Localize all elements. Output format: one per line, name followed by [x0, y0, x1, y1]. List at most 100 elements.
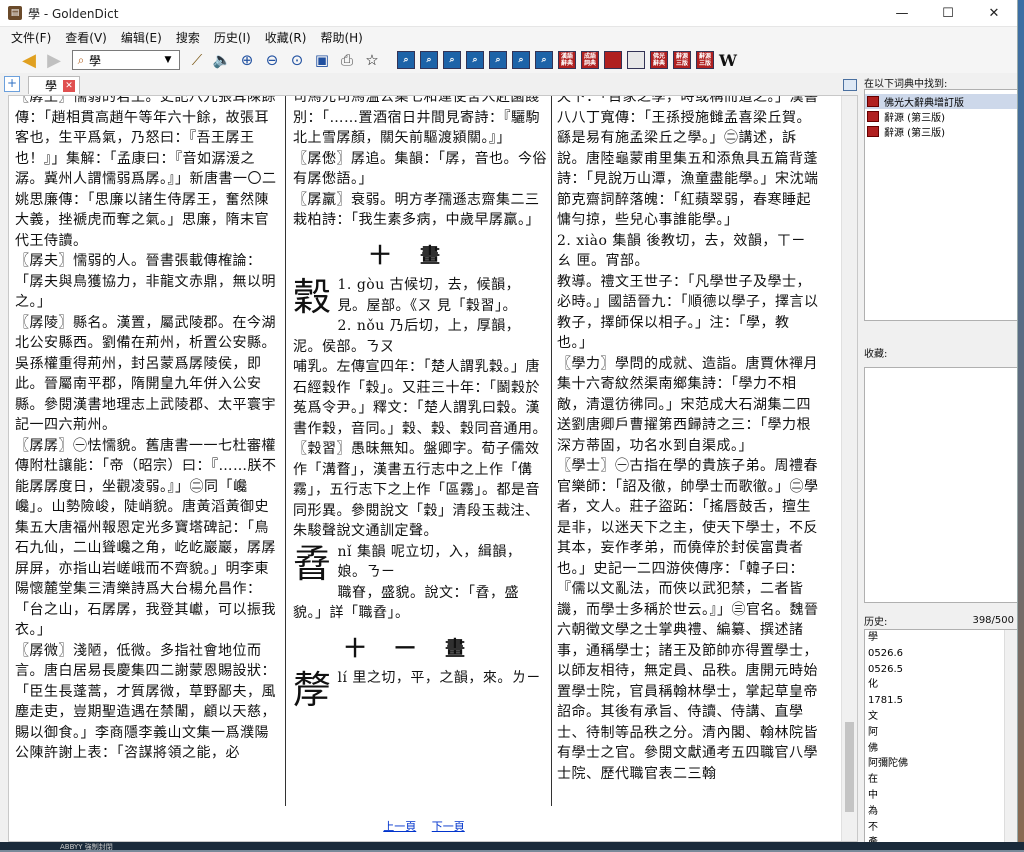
history-scrollbar[interactable] [1004, 630, 1017, 850]
maximize-button[interactable]: ☐ [925, 0, 971, 27]
dictionary-button-icon[interactable]: ⌕ [397, 51, 415, 69]
article-view: 〖孱王〗懦弱的君王。史記八九張耳陳餘傳：「趙相貫高趙午等年六十餘，故張耳客也，生… [8, 95, 858, 842]
history-item[interactable]: 文 [865, 709, 1017, 725]
menu-help[interactable]: 帮助(H) [313, 29, 369, 46]
menu-edit[interactable]: 编辑(E) [114, 29, 169, 46]
toolbar: ◀ ▶ ⌕ ▼ ⟋ 🔈 ⊕ ⊖ ⊙ ▣ ⎙ ☆ ⌕ ⌕ ⌕ ⌕ ⌕ ⌕ ⌕ 漢語辭典成語詞典 佛… [0, 47, 1017, 73]
found-in-label: 在以下词典中找到: [864, 78, 948, 90]
app-book-icon: ▤ [8, 6, 22, 20]
dictionary-button-icon[interactable]: 辭源三版 [673, 51, 691, 69]
history-item[interactable]: 1781.5 [865, 693, 1017, 709]
dictionary-button-icon[interactable]: ⌕ [420, 51, 438, 69]
history-item[interactable]: 0526.5 [865, 662, 1017, 678]
dictionary-button-icon[interactable]: 漢語辭典 [558, 51, 576, 69]
menu-search[interactable]: 搜索 [169, 29, 207, 46]
menu-favorites[interactable]: 收藏(R) [258, 29, 314, 46]
page-column-1: 〖孱王〗懦弱的君王。史記八九張耳陳餘傳：「趙相貫高趙午等年六十餘，故張耳客也，生… [15, 96, 281, 806]
entry-ni-headword: 孴 [293, 541, 332, 586]
favorites-list[interactable] [864, 367, 1017, 603]
history-item[interactable]: 中 [865, 788, 1017, 804]
page-column-3: 天下：「百家之學，時或稱而道之。」漢書八八丁寬傳：「王孫授施雠孟喜梁丘賀。繇是易… [557, 96, 819, 806]
dictionary-button-icon[interactable]: ⌕ [489, 51, 507, 69]
menu-view[interactable]: 查看(V) [58, 29, 114, 46]
entry-gou: 穀 1. gòu 古候切，去，候韻，見。屋部。《ㄡ 見「穀習」。 2. nǒu … [293, 275, 547, 542]
magic-wand-icon[interactable]: ⟋ [186, 49, 208, 71]
page-navigation: 上一頁 下一頁 [9, 818, 839, 834]
found-dictionary-item[interactable]: 佛光大辭典增訂版 [865, 94, 1017, 109]
history-list[interactable]: 學0526.60526.5化1781.5文阿佛阿彌陀佛在中為不產WL0005 [864, 629, 1017, 850]
history-item[interactable]: 佛 [865, 741, 1017, 757]
entry-gou-headword: 穀 [293, 275, 332, 319]
entry-li-headword: 孷 [293, 668, 332, 712]
menu-file[interactable]: 文件(F) [4, 29, 58, 46]
found-dictionary-item[interactable]: 辭源 (第三版) [865, 109, 1017, 124]
column-divider [285, 96, 286, 806]
close-button[interactable]: ✕ [971, 0, 1017, 27]
zoom-out-icon[interactable]: ⊖ [261, 49, 283, 71]
found-dictionaries-list[interactable]: 佛光大辭典增訂版 辭源 (第三版) 辭源 (第三版) [864, 89, 1017, 321]
entry-li: 孷 lí 里之切，平，之韻，來。ㄌㄧ [293, 668, 547, 712]
print-icon[interactable]: ⎙ [336, 49, 358, 71]
dictionary-page-scan: 〖孱王〗懦弱的君王。史記八九張耳陳餘傳：「趙相貫高趙午等年六十餘，故張耳客也，生… [9, 96, 821, 806]
stroke-heading-11: 十一畫 [345, 635, 495, 660]
page-column-2: 司馬光司馬溫公集七和運使舍人赴園餞別：「……置酒宿日井間見寄詩：『驪駒北上雪孱顏… [293, 96, 547, 806]
dictionary-icon [867, 111, 879, 122]
desktop-background [1018, 0, 1024, 850]
history-item[interactable]: 為 [865, 804, 1017, 820]
side-panel: 在以下词典中找到: 佛光大辭典增訂版 辭源 (第三版) 辭源 (第三版) 收藏:… [864, 75, 1017, 850]
history-item[interactable]: 化 [865, 677, 1017, 693]
zoom-in-icon[interactable]: ⊕ [236, 49, 258, 71]
chevron-down-icon[interactable]: ▼ [161, 55, 175, 65]
dictionary-button-icon[interactable] [627, 51, 645, 69]
found-dictionary-item[interactable]: 辭源 (第三版) [865, 124, 1017, 139]
search-combobox[interactable]: ⌕ ▼ [72, 50, 180, 70]
dictionary-button-icon[interactable]: ⌕ [512, 51, 530, 69]
dictionary-button-icon[interactable]: 辭源三版 [696, 51, 714, 69]
entry-ni: 孴 nǐ 集韻 呢立切，入，緝韻，娘。ㄋㄧ 職眘，盛貌。說文：「孴，盛貌。」詳「… [293, 542, 547, 624]
side-panel-toggle-icon[interactable] [843, 79, 857, 91]
history-items: 學0526.60526.5化1781.5文阿佛阿彌陀佛在中為不產WL0005 [865, 630, 1017, 850]
forward-arrow-icon[interactable]: ▶ [43, 49, 65, 71]
star-icon[interactable]: ☆ [361, 49, 383, 71]
window-title: 學 - GoldenDict [28, 6, 119, 21]
next-page-link[interactable]: 下一頁 [432, 820, 465, 833]
column-divider [551, 96, 552, 806]
page-column-3-text: 天下：「百家之學，時或稱而道之。」漢書八八丁寬傳：「王孫授施雠孟喜梁丘賀。繇是易… [557, 96, 819, 782]
dictionary-button-icon[interactable]: 成語詞典 [581, 51, 599, 69]
save-icon[interactable]: ▣ [311, 49, 333, 71]
dictionary-button-icon[interactable]: W [719, 51, 737, 70]
tab-label: 學 [45, 79, 58, 93]
goldendict-window: ▤ 學 - GoldenDict — ☐ ✕ 文件(F) 查看(V) 编辑(E)… [0, 0, 1018, 850]
article-scrollbar[interactable] [841, 96, 857, 841]
history-header: 历史: 398/500 [864, 613, 1017, 628]
dictionary-icon [867, 96, 879, 107]
close-tab-icon[interactable]: ✕ [63, 79, 76, 92]
taskbar: ABBYY 強制封閉 [0, 842, 1024, 851]
dictionary-button-icon[interactable]: ⌕ [466, 51, 484, 69]
history-item[interactable]: 阿彌陀佛 [865, 756, 1017, 772]
found-dictionary-label: 辭源 (第三版) [884, 128, 945, 139]
history-item[interactable]: 在 [865, 772, 1017, 788]
back-arrow-icon[interactable]: ◀ [18, 49, 40, 71]
prev-page-link[interactable]: 上一頁 [383, 820, 416, 833]
dictionary-button-icon[interactable]: ⌕ [535, 51, 553, 69]
history-item[interactable]: 0526.6 [865, 646, 1017, 662]
minimize-button[interactable]: — [879, 0, 925, 27]
tab-bar: + 學 ✕ [0, 75, 858, 94]
history-count: 398/500 [972, 614, 1014, 626]
menu-bar: 文件(F) 查看(V) 编辑(E) 搜索 历史(I) 收藏(R) 帮助(H) [0, 27, 1017, 47]
speaker-icon[interactable]: 🔈 [211, 49, 233, 71]
found-dictionary-label: 佛光大辭典增訂版 [884, 98, 964, 109]
dictionary-button-icon[interactable] [604, 51, 622, 69]
search-input[interactable] [89, 52, 161, 68]
history-item[interactable]: 不 [865, 820, 1017, 836]
dictionary-button-icon[interactable]: 佛光辭典 [650, 51, 668, 69]
scrollbar-thumb[interactable] [845, 722, 854, 812]
menu-history[interactable]: 历史(I) [207, 29, 258, 46]
history-item[interactable]: 阿 [865, 725, 1017, 741]
add-tab-button[interactable]: + [4, 76, 20, 92]
tab-xue[interactable]: 學 ✕ [28, 76, 81, 94]
zoom-reset-icon[interactable]: ⊙ [286, 49, 308, 71]
dictionary-button-icon[interactable]: ⌕ [443, 51, 461, 69]
history-item[interactable]: 學 [865, 630, 1017, 646]
